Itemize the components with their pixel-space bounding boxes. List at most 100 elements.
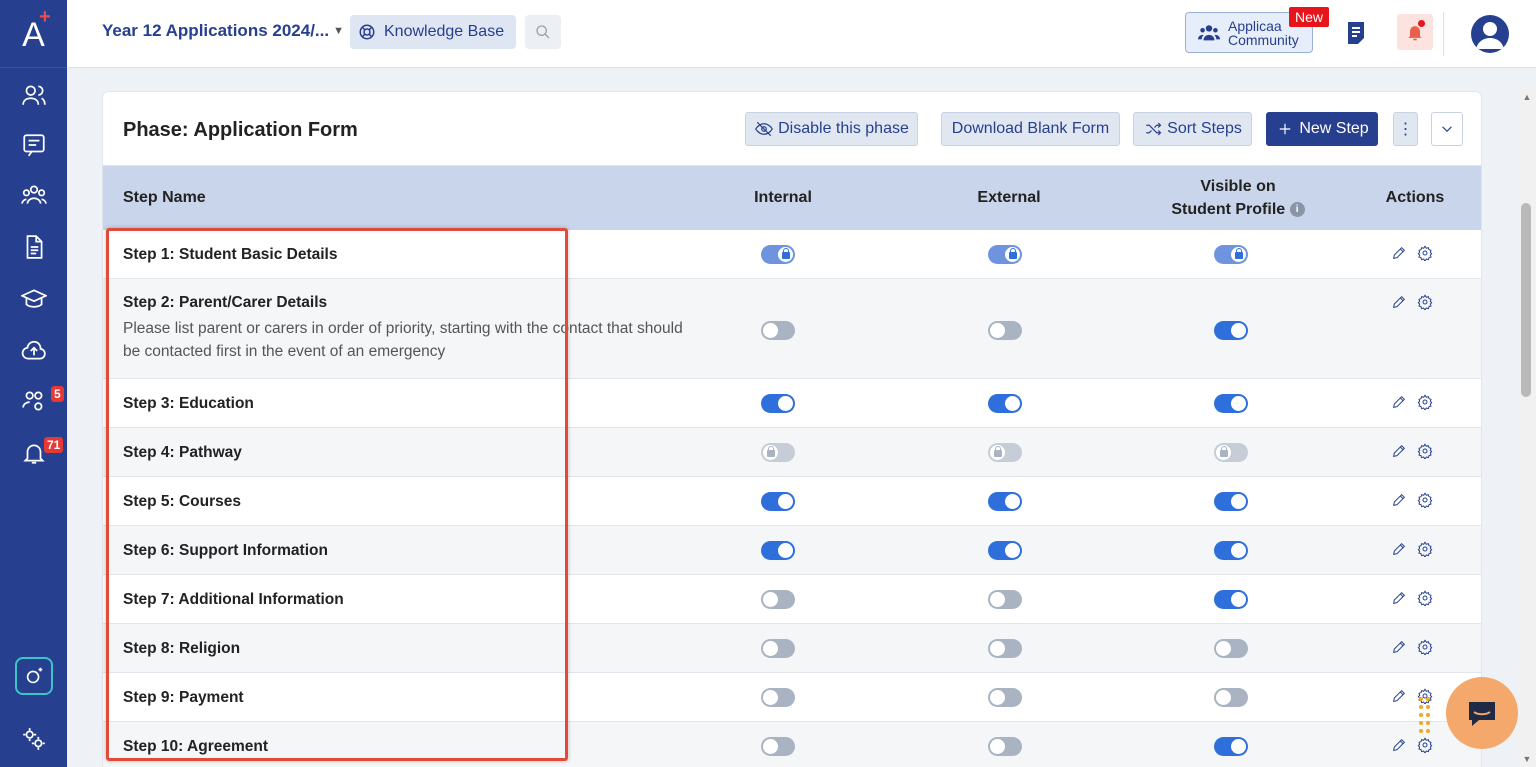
header-actions: Actions [1385, 189, 1445, 206]
settings-gears-icon[interactable] [17, 722, 51, 756]
edit-pencil-icon[interactable] [1391, 394, 1407, 410]
toggle-knob [763, 592, 778, 607]
settings-gear-icon[interactable] [1417, 443, 1433, 459]
external-toggle[interactable] [988, 394, 1022, 413]
table-row: Step 2: Parent/Carer Details Please list … [103, 279, 1481, 379]
scroll-down-arrow[interactable]: ▼ [1521, 754, 1533, 764]
external-toggle[interactable] [988, 541, 1022, 560]
download-blank-form-button[interactable]: Download Blank Form [941, 112, 1120, 146]
edit-pencil-icon[interactable] [1391, 541, 1407, 557]
download-blank-form-label: Download Blank Form [951, 120, 1110, 137]
instagram-icon[interactable] [15, 657, 53, 695]
settings-gear-icon[interactable] [1417, 394, 1433, 410]
divider [1443, 12, 1444, 56]
internal-toggle[interactable] [761, 245, 795, 264]
internal-toggle[interactable] [761, 639, 795, 658]
settings-gear-icon[interactable] [1417, 639, 1433, 655]
external-toggle[interactable] [988, 245, 1022, 264]
internal-toggle[interactable] [761, 492, 795, 511]
disable-phase-button[interactable]: Disable this phase [745, 112, 918, 146]
toggle-knob [1231, 592, 1246, 607]
cloud-upload-icon[interactable] [17, 334, 51, 368]
visible-toggle[interactable] [1214, 639, 1248, 658]
info-icon[interactable]: i [1289, 202, 1305, 218]
internal-toggle[interactable] [761, 321, 795, 340]
collapse-button[interactable] [1431, 112, 1463, 146]
toggle-knob [990, 592, 1005, 607]
users-settings-icon[interactable] [17, 384, 51, 418]
year-selector-label: Year 12 Applications 2024/... [102, 21, 330, 40]
more-options-button[interactable]: ⋮ [1393, 112, 1418, 146]
visible-toggle[interactable] [1214, 321, 1248, 340]
avatar[interactable] [1471, 15, 1509, 53]
alerts-button[interactable] [1397, 14, 1433, 50]
document-icon[interactable] [17, 230, 51, 264]
edit-pencil-icon[interactable] [1391, 443, 1407, 459]
external-toggle [988, 443, 1022, 462]
edit-pencil-icon[interactable] [1391, 492, 1407, 508]
knowledge-base-button[interactable]: Knowledge Base [350, 15, 516, 49]
chevron-down-icon [1442, 126, 1452, 133]
scrollbar[interactable] [1518, 86, 1536, 767]
internal-toggle[interactable] [761, 737, 795, 756]
table-row: Step 10: Agreement [103, 722, 1481, 767]
caret-down-icon: ▼ [333, 25, 344, 37]
external-toggle[interactable] [988, 321, 1022, 340]
settings-gear-icon[interactable] [1417, 590, 1433, 606]
app-logo[interactable]: A + [0, 0, 67, 68]
external-toggle[interactable] [988, 737, 1022, 756]
table-row: Step 4: Pathway [103, 428, 1481, 477]
header-external: External [977, 189, 1041, 206]
sort-steps-button[interactable]: Sort Steps [1133, 112, 1252, 146]
search-button[interactable] [525, 15, 561, 49]
table-header: Step Name Internal External Visible on S… [103, 166, 1481, 230]
visible-toggle[interactable] [1214, 245, 1248, 264]
plus-icon [1280, 123, 1291, 135]
chat-icon[interactable] [17, 128, 51, 162]
settings-gear-icon[interactable] [1417, 245, 1433, 261]
visible-toggle[interactable] [1214, 394, 1248, 413]
graduation-cap-icon[interactable] [17, 282, 51, 316]
edit-pencil-icon[interactable] [1391, 245, 1407, 261]
settings-gear-icon[interactable] [1417, 737, 1433, 753]
edit-pencil-icon[interactable] [1391, 590, 1407, 606]
phase-card: Phase: Application Form Disable this pha… [102, 91, 1482, 767]
lock-icon [1235, 248, 1243, 259]
scrollbar-thumb[interactable] [1521, 203, 1531, 397]
visible-toggle[interactable] [1214, 492, 1248, 511]
visible-toggle[interactable] [1214, 688, 1248, 707]
chat-button[interactable] [1446, 677, 1518, 749]
year-selector[interactable]: Year 12 Applications 2024/... ▼ [102, 21, 344, 41]
new-step-label: New Step [1299, 120, 1369, 137]
settings-gear-icon[interactable] [1417, 492, 1433, 508]
visible-toggle[interactable] [1214, 737, 1248, 756]
internal-toggle[interactable] [761, 590, 795, 609]
lock-icon [767, 446, 775, 457]
settings-gear-icon[interactable] [1417, 294, 1433, 310]
notes-icon[interactable] [1344, 20, 1368, 46]
header-visible: Visible on Student Profile i [1143, 175, 1333, 221]
new-step-button[interactable]: New Step [1266, 112, 1378, 146]
edit-pencil-icon[interactable] [1391, 688, 1407, 704]
people-icon[interactable] [17, 78, 51, 112]
external-toggle[interactable] [988, 492, 1022, 511]
external-toggle[interactable] [988, 688, 1022, 707]
scroll-up-arrow[interactable]: ▲ [1521, 92, 1533, 102]
visible-toggle[interactable] [1214, 541, 1248, 560]
settings-gear-icon[interactable] [1417, 541, 1433, 557]
internal-toggle[interactable] [761, 688, 795, 707]
group-icon[interactable] [17, 178, 51, 212]
external-toggle[interactable] [988, 590, 1022, 609]
visible-toggle[interactable] [1214, 590, 1248, 609]
edit-pencil-icon[interactable] [1391, 294, 1407, 310]
edit-pencil-icon[interactable] [1391, 737, 1407, 753]
internal-toggle[interactable] [761, 394, 795, 413]
header-visible-line2: Student Profile i [1143, 198, 1333, 221]
edit-pencil-icon[interactable] [1391, 639, 1407, 655]
toggle-knob [1005, 494, 1020, 509]
drag-handle-icon[interactable] [1418, 695, 1432, 735]
internal-toggle[interactable] [761, 541, 795, 560]
table-row: Step 5: Courses [103, 477, 1481, 526]
external-toggle[interactable] [988, 639, 1022, 658]
toggle-knob [763, 641, 778, 656]
